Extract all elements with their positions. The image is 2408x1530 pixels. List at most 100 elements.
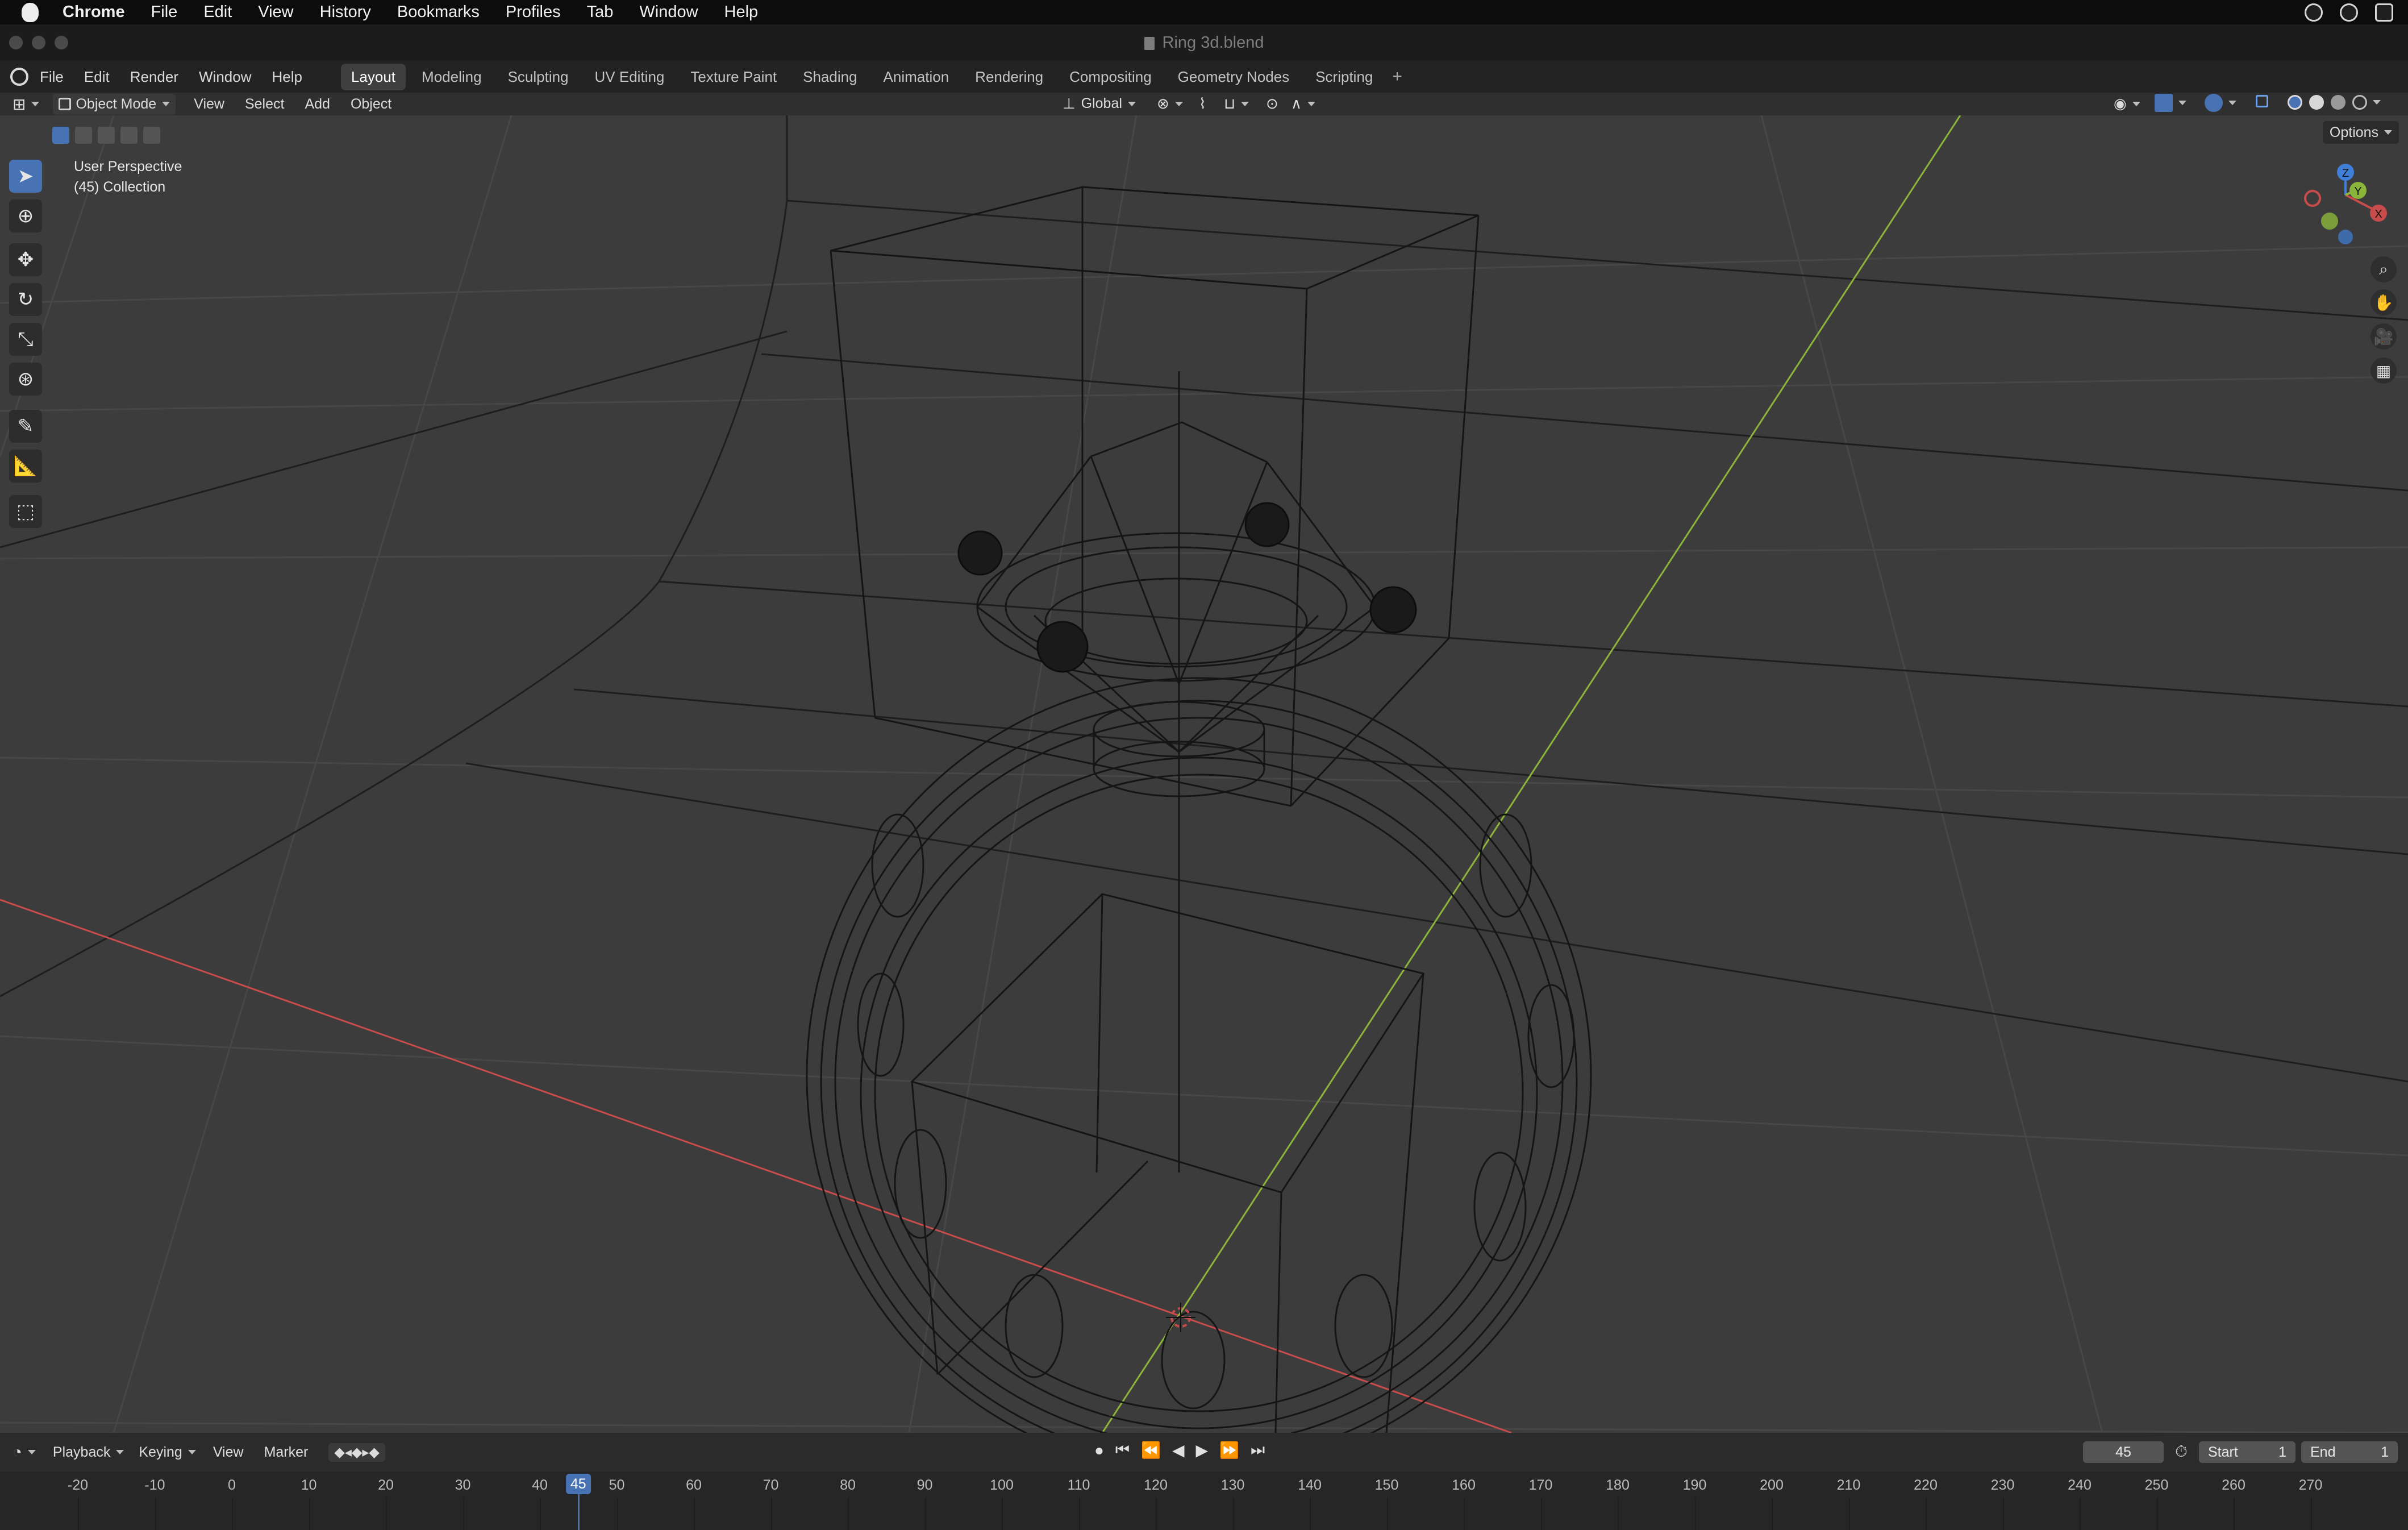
menu-tab[interactable]: Tab [587,3,614,22]
chevron-down-icon [2132,101,2140,106]
tab-compositing[interactable]: Compositing [1059,64,1162,90]
blender-menu-render[interactable]: Render [130,68,178,86]
material-shading-button[interactable] [2331,95,2345,110]
menu-file[interactable]: File [151,3,178,22]
transform-tool[interactable]: ⊛ [9,363,42,396]
timeline-ruler[interactable]: -20 -10 0 10 20 30 40 50 60 70 80 90 100 110 120 130 140… [0,1471,2408,1530]
blender-logo-icon[interactable] [10,68,28,86]
select-extend-button[interactable] [75,127,92,144]
wireframe-shading-button[interactable] [2288,95,2302,110]
editor-type-button[interactable]: ⊞ [13,95,40,114]
current-frame-field[interactable]: 45 [2083,1441,2164,1463]
menu-help[interactable]: Help [724,3,759,22]
tab-layout[interactable]: Layout [340,63,406,90]
tab-modeling[interactable]: Modeling [411,64,492,90]
jump-end-icon[interactable]: ⏭ [1251,1441,1265,1460]
ruler-tick-line [694,1498,695,1530]
text-status-icon[interactable] [2375,3,2393,22]
record-icon[interactable]: ● [1094,1441,1104,1460]
ruler-tick-line [540,1498,541,1530]
3d-viewport[interactable]: Z Y X User Perspective (45) Collection ➤… [0,115,2408,1433]
options-dropdown[interactable]: Options [2323,121,2399,144]
scale-tool[interactable]: ⤡ [9,323,42,356]
snap-button[interactable]: ⌇ [1199,95,1206,113]
camera-view-button[interactable]: 🎥 [2370,323,2397,350]
timeline-menu-view[interactable]: View [213,1444,244,1461]
tab-sculpting[interactable]: Sculpting [498,64,579,90]
blender-menu-file[interactable]: File [40,68,64,86]
blender-menu-window[interactable]: Window [199,68,251,86]
menu-chrome[interactable]: Chrome [63,3,125,22]
visibility-button[interactable]: ◉ [2114,95,2140,113]
tab-uv-editing[interactable]: UV Editing [585,64,675,90]
end-frame-field[interactable]: End 1 [2301,1441,2398,1463]
snap-target-button[interactable]: ⊔ [1224,95,1249,113]
move-tool[interactable]: ✥ [9,243,42,276]
jump-start-icon[interactable]: ⏮ [1115,1441,1130,1460]
blender-menu-help[interactable]: Help [272,68,302,86]
zoom-button[interactable]: ⌕ [2370,256,2397,282]
start-frame-field[interactable]: Start 1 [2199,1441,2295,1463]
tab-geometry-nodes[interactable]: Geometry Nodes [1168,64,1300,90]
select-invert-button[interactable] [120,127,138,144]
annotate-tool[interactable]: ✎ [9,410,42,443]
menu-edit[interactable]: Edit [203,3,232,22]
viewport-menu-add[interactable]: Add [305,96,330,113]
ruler-tick-label: 150 [1374,1477,1399,1493]
xray-toggle-button[interactable] [2256,95,2268,107]
tab-texture-paint[interactable]: Texture Paint [680,64,787,90]
cursor-tool[interactable]: ⊕ [9,199,42,232]
gizmo-toggle-button[interactable] [2155,94,2186,112]
tab-shading[interactable]: Shading [793,64,867,90]
play-status-icon[interactable] [2340,3,2358,22]
viewport-menu-select[interactable]: Select [245,96,284,113]
select-intersect-button[interactable] [143,127,160,144]
tab-scripting[interactable]: Scripting [1305,64,1383,90]
add-cube-tool[interactable]: ⬚ [9,495,42,528]
timeline-menu-marker[interactable]: Marker [264,1444,309,1461]
play-reverse-icon[interactable]: ◀ [1172,1441,1185,1460]
gizmo-x-label: X [2374,208,2382,221]
ruler-tick-label: 140 [1298,1477,1322,1493]
tab-rendering[interactable]: Rendering [965,64,1053,90]
menu-bookmarks[interactable]: Bookmarks [397,3,480,22]
playback-dropdown[interactable]: Playback [53,1444,124,1461]
select-subtract-button[interactable] [98,127,115,144]
mode-dropdown[interactable]: Object Mode [53,93,176,115]
timeline-editor-type-button[interactable]: ◔ [13,1443,36,1461]
ruler-tick-label: 10 [301,1477,317,1493]
menu-profiles[interactable]: Profiles [506,3,561,22]
pivot-point-button[interactable]: ⊗ [1157,95,1183,113]
creative-cloud-icon[interactable] [2305,3,2323,22]
select-new-button[interactable] [52,127,69,144]
rotate-tool[interactable]: ↻ [9,283,42,316]
scene-wireframe[interactable]: Z Y X [0,115,2408,1433]
playhead-frame-badge[interactable]: 45 [565,1474,591,1494]
prev-keyframe-icon[interactable]: ⏪ [1141,1441,1161,1460]
keying-dropdown[interactable]: Keying [139,1444,196,1461]
menu-window[interactable]: Window [639,3,698,22]
play-icon[interactable]: ▶ [1196,1441,1209,1460]
keyframe-nav-button[interactable]: ◆◂◆▸◆ [328,1442,385,1462]
viewport-menu-view[interactable]: View [194,96,224,113]
next-keyframe-icon[interactable]: ⏩ [1219,1441,1239,1460]
pan-button[interactable]: ✋ [2370,289,2397,315]
blender-menu-edit[interactable]: Edit [84,68,110,86]
menu-view[interactable]: View [258,3,293,22]
stopwatch-icon[interactable]: ⏱ [2175,1442,2188,1461]
proportional-edit-button[interactable]: ⊙ [1266,95,1278,113]
rendered-shading-button[interactable] [2352,95,2381,110]
menu-history[interactable]: History [320,3,371,22]
solid-shading-button[interactable] [2309,95,2324,110]
select-box-tool[interactable]: ➤ [9,160,42,193]
overlay-icon [2205,94,2223,112]
falloff-button[interactable]: ∧ [1291,95,1316,113]
viewport-menu-object[interactable]: Object [351,96,391,113]
tab-animation[interactable]: Animation [873,64,960,90]
overlay-toggle-button[interactable] [2205,94,2236,112]
add-workspace-icon[interactable]: + [1392,67,1402,86]
apple-icon[interactable] [22,2,39,22]
ortho-toggle-button[interactable]: ▦ [2370,357,2397,384]
measure-tool[interactable]: 📐 [9,450,42,483]
transform-orientation-dropdown[interactable]: ⊥ Global [1063,95,1136,113]
